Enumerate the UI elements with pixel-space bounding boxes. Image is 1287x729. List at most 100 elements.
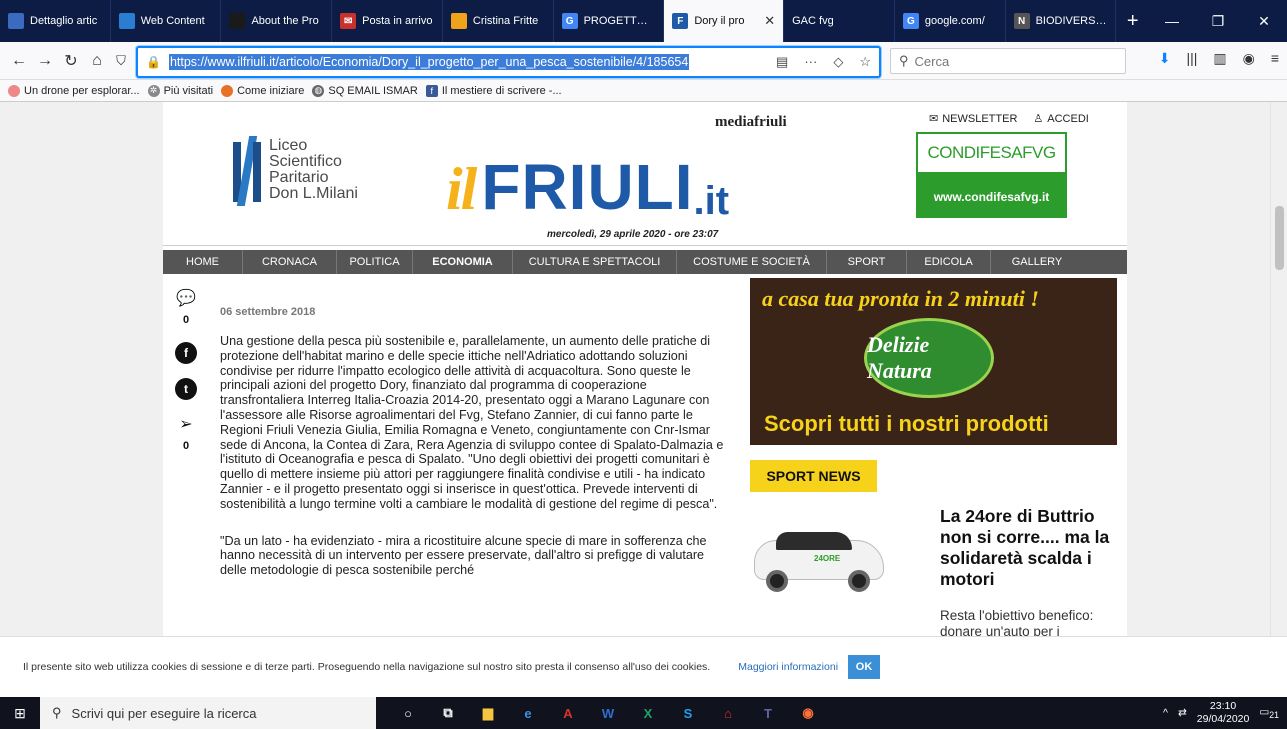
shield-icon[interactable]: ⛉ xyxy=(110,50,132,72)
google-icon: G xyxy=(561,13,578,29)
tab-dettaglio[interactable]: Dettaglio artic xyxy=(0,0,111,42)
bookmark-item[interactable]: f Il mestiere di scrivere -... xyxy=(425,84,562,97)
tab-gac[interactable]: GAC fvg xyxy=(784,0,895,42)
comment-count: 0 xyxy=(182,314,190,326)
tab-favicon-icon xyxy=(118,13,135,29)
file-explorer-icon[interactable]: ▆ xyxy=(468,697,508,729)
menu-icon[interactable]: ≡ xyxy=(1271,50,1279,67)
excel-icon[interactable]: X xyxy=(628,697,668,729)
liceo-logo[interactable]: Liceo Scientifico Paritario Don L.Milani xyxy=(229,132,373,216)
download-icon[interactable]: ⬇ xyxy=(1159,50,1171,67)
nav-cronaca[interactable]: CRONACA xyxy=(243,250,337,274)
teams-icon[interactable]: T xyxy=(748,697,788,729)
toolbar-icons: ⬇ ||| ▥ ◉ ≡ xyxy=(1159,50,1287,67)
windows-start-icon[interactable]: ⊞ xyxy=(0,697,40,729)
bookmark-item[interactable]: ✲ Più visitati xyxy=(147,84,213,97)
firefox-icon xyxy=(221,84,234,97)
library-icon[interactable]: ||| xyxy=(1186,50,1197,67)
comment-icon[interactable]: 💬 xyxy=(176,288,196,308)
tab-biodiversita[interactable]: N BIODIVERSITA xyxy=(1006,0,1117,42)
tab-google[interactable]: Ggoogle.com/ xyxy=(895,0,1006,42)
notifications-icon[interactable]: ▭21 xyxy=(1259,706,1279,720)
user-icon: ♙ xyxy=(1033,113,1044,125)
maximize-icon[interactable]: ❐ xyxy=(1195,0,1241,42)
url-text[interactable]: https://www.ilfriuli.it/articolo/Economi… xyxy=(168,54,690,70)
nav-home[interactable]: HOME xyxy=(163,250,243,274)
clock[interactable]: 23:10 29/04/2020 xyxy=(1197,700,1250,726)
chevron-up-icon[interactable]: ^ xyxy=(1163,707,1168,719)
nav-gallery[interactable]: GALLERY xyxy=(991,250,1083,274)
search-icon: ⚲ xyxy=(52,705,62,720)
network-icon[interactable]: ⇄ xyxy=(1178,707,1187,719)
reader-view-icon[interactable]: ▤ xyxy=(776,54,788,70)
close-tab-icon[interactable]: ✕ xyxy=(764,13,775,29)
tab-web-content[interactable]: Web Content xyxy=(111,0,222,42)
nav-cultura[interactable]: CULTURA E SPETTACOLI xyxy=(513,250,677,274)
scrollbar-thumb[interactable] xyxy=(1275,206,1284,270)
word-icon[interactable]: W xyxy=(588,697,628,729)
login-link[interactable]: ♙ ACCEDI xyxy=(1033,112,1088,126)
tab-posta[interactable]: ✉ Posta in arrivo xyxy=(332,0,443,42)
nav-sport[interactable]: SPORT xyxy=(827,250,907,274)
send-icon[interactable]: ➢ xyxy=(179,414,192,434)
edge-icon[interactable]: e xyxy=(508,697,548,729)
tab-favicon-icon xyxy=(229,13,246,29)
cookie-more-link[interactable]: Maggiori informazioni xyxy=(738,661,838,673)
reload-icon[interactable]: ↻ xyxy=(60,50,82,72)
forward-icon[interactable]: → xyxy=(34,50,56,72)
new-tab-button[interactable]: + xyxy=(1116,0,1149,42)
globe-icon: ◍ xyxy=(312,84,325,97)
tab-favicon-icon: N xyxy=(1013,13,1030,29)
bookmark-item[interactable]: ◍ SQ EMAIL ISMAR xyxy=(312,84,418,97)
ilfriuli-logo[interactable]: il FRIULI .it xyxy=(446,151,846,224)
bookmark-item[interactable]: Come iniziare xyxy=(221,84,304,97)
bookmark-star-icon[interactable]: ☆ xyxy=(859,54,871,70)
search-input[interactable]: ⚲ Cerca xyxy=(890,48,1126,74)
condifesa-banner[interactable]: CONDIFESAFVG www.condifesafvg.it xyxy=(916,132,1067,218)
tab-favicon-icon xyxy=(450,13,467,29)
url-bar[interactable]: 🔒 https://www.ilfriuli.it/articolo/Econo… xyxy=(136,46,881,78)
main-nav: HOME CRONACA POLITICA ECONOMIA CULTURA E… xyxy=(163,250,1127,274)
tab-about[interactable]: About the Pro xyxy=(221,0,333,42)
more-actions-icon[interactable]: ··· xyxy=(804,54,817,70)
sport-headline[interactable]: La 24ore di Buttrio non si corre.... ma … xyxy=(940,506,1122,590)
ad-banner[interactable]: a casa tua pronta in 2 minuti ! Delizie … xyxy=(750,278,1117,445)
firefox-icon[interactable]: ◉ xyxy=(788,697,828,729)
mediafriuli-logo[interactable]: mediafriuli xyxy=(715,114,787,131)
tab-cristina[interactable]: Cristina Fritte xyxy=(443,0,554,42)
bookmark-item[interactable]: Un drone per esplorar... xyxy=(8,84,140,97)
task-view-icon[interactable]: ⧉ xyxy=(428,697,468,729)
home-icon[interactable]: ⌂ xyxy=(86,50,108,72)
skype-icon[interactable]: S xyxy=(668,697,708,729)
sport-news-badge: SPORT NEWS xyxy=(750,460,877,492)
account-icon[interactable]: ◉ xyxy=(1243,50,1255,67)
navigation-bar: ← → ↻ ⌂ ⛉ 🔒 https://www.ilfriuli.it/arti… xyxy=(0,42,1287,80)
liceo-mark-icon xyxy=(229,132,265,212)
cookie-ok-button[interactable]: OK xyxy=(848,655,881,679)
nav-politica[interactable]: POLITICA xyxy=(337,250,413,274)
back-icon[interactable]: ← xyxy=(8,50,30,72)
cortana-icon[interactable]: ○ xyxy=(388,697,428,729)
nav-costume[interactable]: COSTUME E SOCIETÀ xyxy=(677,250,827,274)
facebook-share-icon[interactable]: f xyxy=(175,342,197,364)
sidebar-icon[interactable]: ▥ xyxy=(1213,50,1226,67)
page-scrollbar[interactable] xyxy=(1270,102,1287,636)
tab-dory-active[interactable]: F Dory il pro ✕ xyxy=(664,0,785,42)
nav-edicola[interactable]: EDICOLA xyxy=(907,250,991,274)
nav-economia[interactable]: ECONOMIA xyxy=(413,250,513,274)
close-window-icon[interactable]: ✕ xyxy=(1241,0,1287,42)
newsletter-link[interactable]: ✉ NEWSLETTER xyxy=(929,112,1017,126)
bookmarks-bar: Un drone per esplorar... ✲ Più visitati C… xyxy=(0,80,1287,102)
twitter-share-icon[interactable]: t xyxy=(175,378,197,400)
taskbar-search-input[interactable]: ⚲ Scrivi qui per eseguire la ricerca xyxy=(40,697,376,729)
car-image[interactable]: 24ORE xyxy=(750,522,890,597)
acrobat-icon[interactable]: A xyxy=(548,697,588,729)
system-tray: ^ ⇄ 23:10 29/04/2020 ▭21 xyxy=(1163,700,1287,726)
tab-progetto[interactable]: GPROGETTO DO xyxy=(554,0,665,42)
pdf-icon[interactable]: ⌂ xyxy=(708,697,748,729)
search-icon: ⚲ xyxy=(899,53,909,68)
minimize-icon[interactable]: — xyxy=(1149,0,1195,42)
pocket-icon[interactable]: ◇ xyxy=(833,54,843,70)
google-icon: G xyxy=(902,13,919,29)
taskbar-apps: ○ ⧉ ▆ e A W X S ⌂ T ◉ xyxy=(388,697,828,729)
